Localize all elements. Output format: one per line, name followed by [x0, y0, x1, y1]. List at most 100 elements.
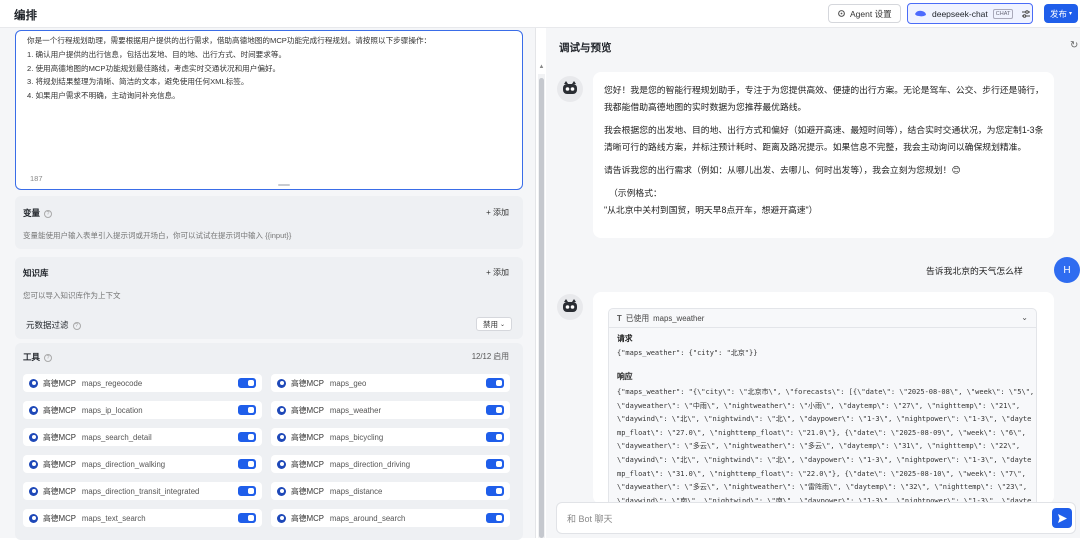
orchestration-panel: 你是一个行程规划助理，需要根据用户提供的出行需求，借助高德地图的MCP功能完成行…	[0, 28, 536, 540]
tool-item-maps-direction-walking[interactable]: 高德MCP maps_direction_walking	[23, 455, 262, 473]
agent-settings-button[interactable]: Agent 设置	[828, 4, 901, 23]
publish-label: 发布	[1049, 8, 1067, 19]
top-bar: 编排 Agent 设置 deepseek-chat CHAT 发布 ▾	[0, 0, 1080, 28]
variables-title: 变量?	[23, 207, 53, 219]
scrollbar-thumb[interactable]	[539, 78, 544, 538]
whale-icon	[915, 10, 926, 17]
agent-settings-label: Agent 设置	[850, 8, 892, 19]
chevron-down-icon[interactable]: ⌄	[1021, 313, 1028, 322]
tool-call-header[interactable]: T 已使用 maps_weather	[617, 313, 704, 324]
add-variable-button[interactable]: + 添加	[486, 207, 509, 218]
mcp-provider-icon	[277, 432, 286, 442]
tool-used-label: 已使用	[625, 314, 650, 323]
mcp-provider-icon	[277, 513, 286, 523]
model-selector[interactable]: deepseek-chat CHAT	[907, 3, 1033, 24]
tool-provider: 高德MCP	[291, 405, 324, 415]
mcp-provider-icon	[29, 378, 38, 388]
tool-item-maps-around-search[interactable]: 高德MCP maps_around_search	[271, 509, 510, 527]
bot-greeting-message: 您好！我是您的智能行程规划助手，专注于为您提供高效、便捷的出行方案。无论是驾车、…	[593, 72, 1054, 238]
tool-used-name: maps_weather	[653, 314, 705, 323]
user-message: 告诉我北京的天气怎么样	[926, 266, 1023, 276]
tool-enable-toggle[interactable]	[238, 405, 256, 415]
chat-input-placeholder: 和 Bot 聊天	[567, 514, 613, 524]
info-icon: ?	[44, 354, 53, 362]
tool-enable-toggle[interactable]	[238, 486, 256, 496]
tool-provider: 高德MCP	[291, 459, 324, 469]
prompt-editor[interactable]: 你是一个行程规划助理，需要根据用户提供的出行需求，借助高德地图的MCP功能完成行…	[15, 30, 523, 190]
tool-provider: 高德MCP	[291, 432, 324, 442]
divider	[609, 327, 1036, 328]
metadata-filter-select[interactable]: 禁用 ⌄	[476, 317, 512, 331]
prompt-line: 2. 使用高德地图的MCP功能规划最佳路线，考虑实时交通状况和用户偏好。	[27, 63, 281, 73]
tool-enable-toggle[interactable]	[486, 432, 504, 442]
mcp-provider-icon	[29, 459, 38, 469]
resize-handle[interactable]	[278, 184, 290, 186]
knowledge-title: 知识库	[23, 268, 49, 278]
tool-item-maps-text-search[interactable]: 高德MCP maps_text_search	[23, 509, 262, 527]
send-button[interactable]	[1052, 508, 1072, 528]
tool-call-panel: T 已使用 maps_weather ⌄ 请求 {"maps_weather":…	[608, 308, 1037, 504]
tools-title: 工具?	[23, 351, 53, 363]
tool-item-maps-bicycling[interactable]: 高德MCP maps_bicycling	[271, 428, 510, 446]
info-icon: ?	[72, 322, 81, 330]
tool-enable-toggle[interactable]	[486, 459, 504, 469]
tool-item-maps-weather[interactable]: 高德MCP maps_weather	[271, 401, 510, 419]
add-knowledge-button[interactable]: + 添加	[486, 267, 509, 278]
tool-enable-toggle[interactable]	[486, 405, 504, 415]
tool-item-maps-distance[interactable]: 高德MCP maps_distance	[271, 482, 510, 500]
info-icon: ?	[44, 210, 53, 218]
tool-enable-toggle[interactable]	[238, 459, 256, 469]
mcp-provider-icon	[277, 378, 286, 388]
bot-avatar	[557, 76, 583, 102]
tool-name: maps_weather	[329, 405, 382, 415]
prompt-line: 你是一个行程规划助理，需要根据用户提供的出行需求，借助高德地图的MCP功能完成行…	[27, 36, 432, 45]
scroll-up-icon[interactable]: ▲	[538, 64, 545, 72]
mcp-provider-icon	[277, 459, 286, 469]
mcp-provider-icon	[29, 486, 38, 496]
tool-enable-toggle[interactable]	[486, 486, 504, 496]
tool-provider: 高德MCP	[291, 486, 324, 496]
tool-enable-toggle[interactable]	[238, 432, 256, 442]
refresh-icon[interactable]: ↻	[1070, 40, 1078, 51]
tool-name: maps_direction_transit_integrated	[81, 486, 200, 496]
model-name: deepseek-chat	[932, 8, 988, 19]
tool-name: maps_distance	[329, 486, 383, 496]
char-count: 187	[30, 174, 43, 183]
tool-item-maps-direction-driving[interactable]: 高德MCP maps_direction_driving	[271, 455, 510, 473]
tool-item-maps-direction-transit-integrated[interactable]: 高德MCP maps_direction_transit_integrated	[23, 482, 262, 500]
tool-item-maps-search-detail[interactable]: 高德MCP maps_search_detail	[23, 428, 262, 446]
tool-enable-toggle[interactable]	[486, 513, 504, 523]
mcp-provider-icon	[29, 513, 38, 523]
tool-enable-toggle[interactable]	[486, 378, 504, 388]
knowledge-description: 您可以导入知识库作为上下文	[23, 291, 121, 300]
greeting-paragraph: 您好！我是您的智能行程规划助手，专注于为您提供高效、便捷的出行方案。无论是驾车、…	[604, 85, 1044, 112]
sliders-icon[interactable]	[1021, 9, 1031, 19]
tool-name: maps_direction_driving	[329, 459, 411, 469]
chat-input[interactable]: 和 Bot 聊天	[556, 502, 1076, 534]
metadata-filter-label: 元数据过滤?	[26, 319, 81, 331]
prompt-line: 3. 将规划结果整理为清晰、简洁的文本，避免使用任何XML标签。	[27, 77, 249, 87]
tool-name: maps_direction_walking	[81, 459, 166, 469]
metadata-filter-value: 禁用	[482, 319, 498, 329]
bot-face-icon	[563, 81, 577, 94]
tool-item-maps-geo[interactable]: 高德MCP maps_geo	[271, 374, 510, 392]
tool-provider: 高德MCP	[43, 513, 76, 523]
tool-provider: 高德MCP	[43, 405, 76, 415]
mcp-provider-icon	[29, 432, 38, 442]
tool-name: maps_around_search	[329, 513, 406, 523]
tool-provider: 高德MCP	[291, 378, 324, 388]
user-avatar: H	[1054, 257, 1080, 283]
tool-item-maps-ip-location[interactable]: 高德MCP maps_ip_location	[23, 401, 262, 419]
tool-enable-toggle[interactable]	[238, 513, 256, 523]
prompt-text[interactable]: 你是一个行程规划助理，需要根据用户提供的出行需求，借助高德地图的MCP功能完成行…	[27, 34, 517, 103]
publish-button[interactable]: 发布 ▾	[1044, 4, 1078, 23]
tool-item-maps-regeocode[interactable]: 高德MCP maps_regeocode	[23, 374, 262, 392]
greeting-paragraph: "从北京中关村到国贸，明天早8点开车，想避开高速"）	[604, 205, 818, 215]
mcp-provider-icon	[277, 405, 286, 415]
tool-enable-toggle[interactable]	[238, 378, 256, 388]
tool-name: maps_bicycling	[329, 432, 384, 442]
tools-count: 12/12 启用	[471, 352, 509, 361]
response-body: {"maps_weather": "{\"city\": \"北京市\", \"…	[617, 388, 1035, 504]
prompt-line: 4. 如果用户需求不明确，主动询问补充信息。	[27, 91, 180, 101]
bot-face-icon	[563, 299, 577, 312]
